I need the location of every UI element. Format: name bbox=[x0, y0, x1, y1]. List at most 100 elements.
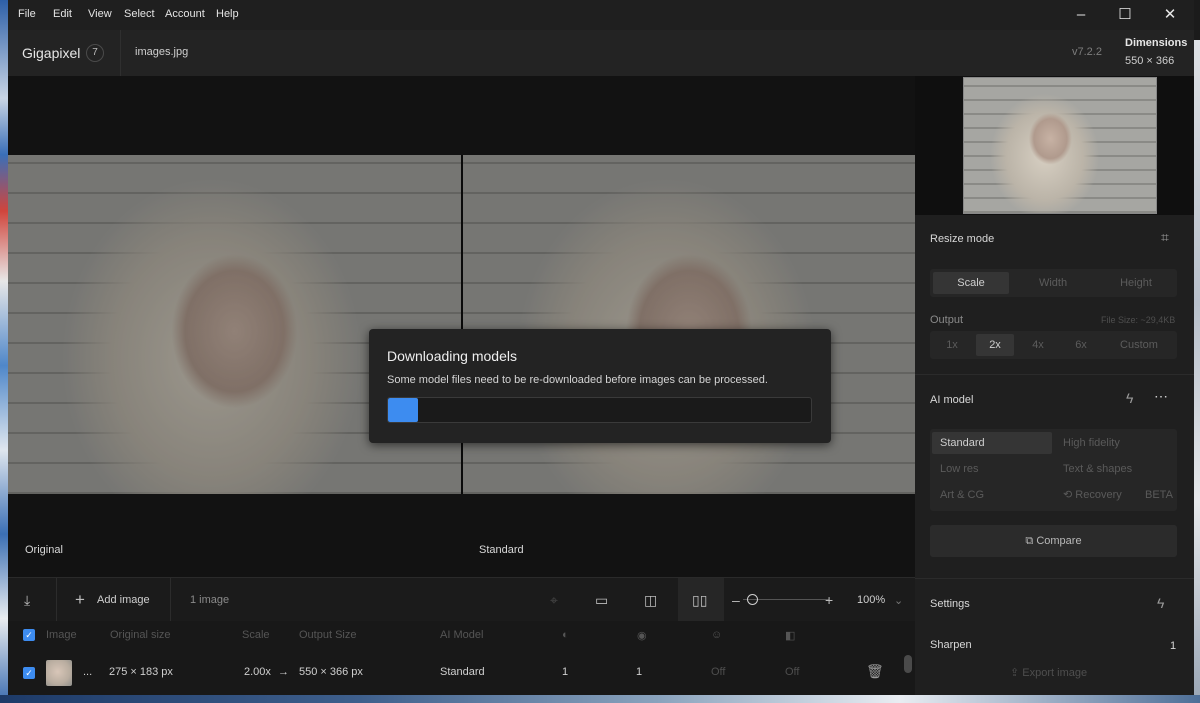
menu-account[interactable]: Account bbox=[165, 8, 205, 20]
scale-6x[interactable]: 6x bbox=[1062, 334, 1100, 356]
compare-button[interactable]: ⧉ Compare bbox=[930, 525, 1177, 557]
right-panel: Resize mode ⌗ Scale Width Height Output … bbox=[915, 76, 1194, 695]
row-ai-model: Standard bbox=[440, 666, 485, 678]
navigator-thumbnail[interactable] bbox=[963, 77, 1157, 214]
fit-view-icon[interactable]: ⌖ bbox=[550, 592, 558, 609]
tab-scale[interactable]: Scale bbox=[933, 272, 1009, 294]
row-color: Off bbox=[785, 666, 800, 678]
toolbar-divider bbox=[56, 578, 57, 622]
scale-2x[interactable]: 2x bbox=[976, 334, 1014, 356]
tab-height[interactable]: Height bbox=[1098, 272, 1174, 294]
menu-edit[interactable]: Edit bbox=[53, 8, 72, 20]
close-icon[interactable]: ✕ bbox=[1161, 7, 1179, 23]
tab-width[interactable]: Width bbox=[1015, 272, 1091, 294]
zoom-out-icon[interactable]: – bbox=[732, 592, 740, 608]
output-label: Output bbox=[930, 314, 964, 326]
settings-lightning-icon[interactable]: ϟ bbox=[1157, 595, 1164, 611]
export-image-button[interactable]: ⇪ Export image bbox=[1010, 666, 1087, 679]
zoom-level[interactable]: 100% bbox=[857, 594, 885, 606]
compare-label: Compare bbox=[1036, 535, 1082, 547]
model-recovery[interactable]: ⟲ Recovery bbox=[1055, 484, 1145, 506]
col-output-size[interactable]: Output Size bbox=[299, 629, 356, 641]
more-options-icon[interactable]: ⋯ bbox=[1154, 388, 1168, 405]
col-image[interactable]: Image bbox=[46, 629, 77, 641]
scale-4x[interactable]: 4x bbox=[1019, 334, 1057, 356]
menu-view[interactable]: View bbox=[88, 8, 112, 20]
export-icon: ⇪ bbox=[1010, 667, 1023, 679]
scale-1x[interactable]: 1x bbox=[933, 334, 971, 356]
dialog-message: Some model files need to be re-downloade… bbox=[387, 374, 768, 386]
dimensions-label: Dimensions bbox=[1125, 37, 1188, 49]
minimize-icon[interactable]: – bbox=[1072, 7, 1090, 23]
ai-model-title: AI model bbox=[930, 394, 974, 406]
sharpen-value: 1 bbox=[1170, 640, 1177, 652]
original-pane-label: Original bbox=[25, 544, 63, 556]
sharpen-label: Sharpen bbox=[930, 639, 972, 651]
row-checkbox[interactable]: ✓ bbox=[23, 667, 35, 679]
add-icon[interactable]: + bbox=[75, 590, 85, 610]
table-scrollbar[interactable] bbox=[904, 655, 912, 673]
recovery-icon: ⟲ bbox=[1063, 489, 1076, 501]
row-output-size: 550 × 366 px bbox=[299, 666, 363, 678]
file-name: images.jpg bbox=[135, 46, 189, 58]
scale-options: 1x 2x 4x 6x Custom bbox=[930, 331, 1177, 359]
panel-divider bbox=[915, 374, 1194, 375]
model-standard[interactable]: Standard bbox=[932, 432, 1052, 454]
file-size: File Size: ~29,4KB bbox=[1101, 315, 1176, 325]
split-view-icon[interactable]: ◫ bbox=[644, 592, 657, 609]
row-denoise: 1 bbox=[562, 666, 569, 678]
menu-file[interactable]: File bbox=[18, 8, 36, 20]
original-preview-image bbox=[8, 155, 461, 494]
beta-badge: BETA bbox=[1145, 489, 1173, 501]
dimensions-value: 550 × 366 bbox=[1125, 55, 1175, 67]
single-view-icon[interactable]: ▭ bbox=[595, 592, 608, 609]
select-all-checkbox[interactable]: ✓ bbox=[23, 629, 35, 641]
dialog-title: Downloading models bbox=[387, 348, 517, 364]
menu-select[interactable]: Select bbox=[124, 8, 155, 20]
image-count: 1 image bbox=[190, 594, 230, 606]
settings-title: Settings bbox=[930, 598, 970, 610]
resize-mode-tabs: Scale Width Height bbox=[930, 269, 1177, 297]
download-progress-fill bbox=[388, 398, 418, 422]
col-ai-model[interactable]: AI Model bbox=[440, 629, 483, 641]
arrow-right-icon: → bbox=[278, 666, 289, 678]
model-art-cg[interactable]: Art & CG bbox=[932, 484, 1052, 506]
model-high-fidelity[interactable]: High fidelity bbox=[1055, 432, 1175, 454]
col-denoise-icon: ◐ bbox=[562, 629, 569, 641]
crop-icon[interactable]: ⌗ bbox=[1161, 229, 1169, 246]
scale-custom[interactable]: Custom bbox=[1105, 334, 1173, 356]
queue-badge: 7 bbox=[86, 44, 104, 62]
download-models-dialog: Downloading models Some model files need… bbox=[369, 329, 831, 443]
panel-divider-2 bbox=[915, 578, 1194, 579]
menubar: File Edit View Select Account Help – ☐ ✕ bbox=[8, 0, 1194, 30]
image-table: ✓ Image Original size Scale Output Size … bbox=[8, 621, 915, 695]
zoom-in-icon[interactable]: + bbox=[825, 592, 833, 608]
row-scale: 2.00x bbox=[244, 666, 271, 678]
lightning-icon[interactable]: ϟ bbox=[1126, 390, 1133, 406]
download-arrow-icon[interactable]: ⤓ bbox=[24, 592, 30, 609]
app-version: v7.2.2 bbox=[1072, 46, 1102, 58]
row-original-size: 275 × 183 px bbox=[109, 666, 173, 678]
download-progress-bar bbox=[387, 397, 812, 423]
col-original-size[interactable]: Original size bbox=[110, 629, 171, 641]
model-low-res[interactable]: Low res bbox=[932, 458, 1052, 480]
col-face-icon: ☺ bbox=[711, 629, 723, 641]
navigator bbox=[915, 76, 1194, 215]
chevron-down-icon[interactable]: ⌄ bbox=[894, 594, 903, 607]
bottom-toolbar: ⤓ + Add image 1 image ⌖ ▭ ◫ ▯▯ – + 100% … bbox=[8, 577, 915, 622]
col-scale[interactable]: Scale bbox=[242, 629, 270, 641]
model-text-shapes[interactable]: Text & shapes bbox=[1055, 458, 1175, 480]
app-window: File Edit View Select Account Help – ☐ ✕… bbox=[8, 0, 1194, 695]
preview-canvas[interactable]: Original Standard bbox=[8, 76, 915, 577]
menu-help[interactable]: Help bbox=[216, 8, 239, 20]
add-image-button[interactable]: Add image bbox=[97, 594, 150, 606]
ai-model-grid: Standard High fidelity Low res Text & sh… bbox=[930, 429, 1177, 511]
trash-icon[interactable]: 🗑 bbox=[866, 663, 884, 680]
zoom-slider-handle[interactable] bbox=[747, 594, 758, 605]
app-name: Gigapixel bbox=[22, 45, 81, 61]
row-more[interactable]: ... bbox=[83, 666, 92, 678]
row-thumbnail bbox=[46, 660, 72, 686]
side-by-side-icon[interactable]: ▯▯ bbox=[692, 592, 707, 609]
maximize-icon[interactable]: ☐ bbox=[1116, 7, 1134, 23]
header-divider bbox=[120, 30, 121, 76]
